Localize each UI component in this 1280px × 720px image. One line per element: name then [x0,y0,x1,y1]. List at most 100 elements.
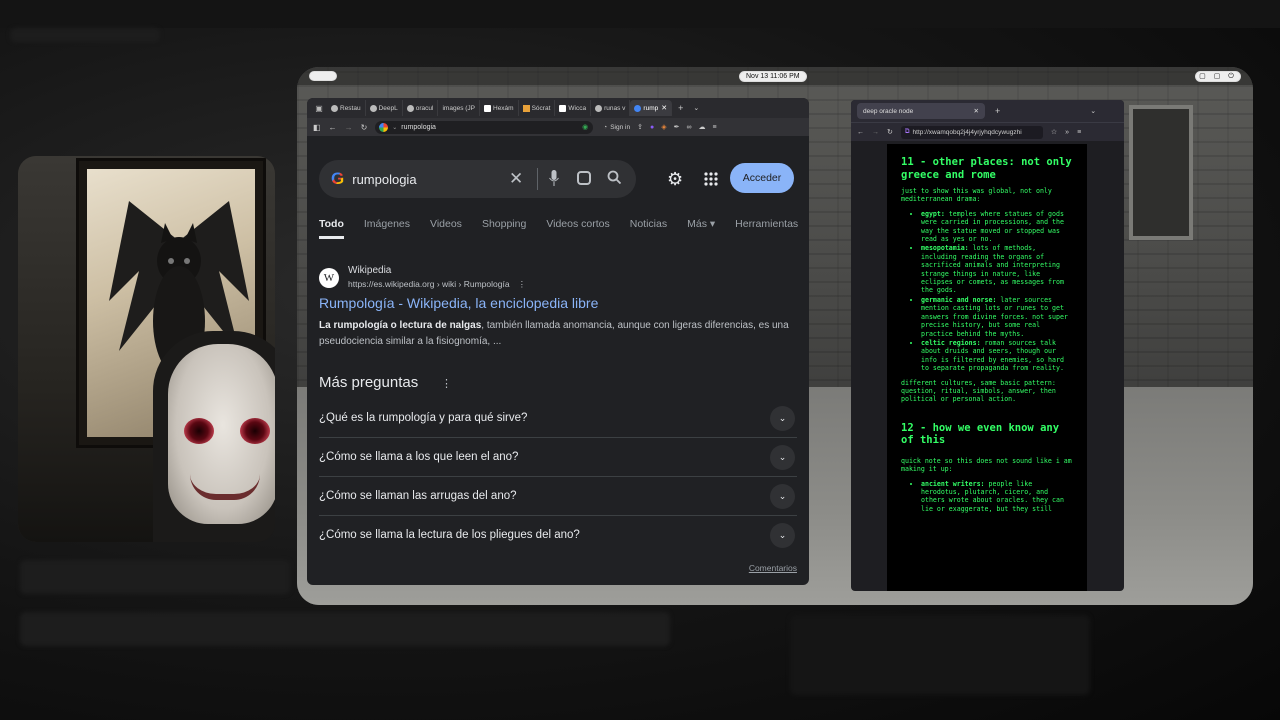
extension-shield-icon[interactable]: ◉ [582,123,588,131]
address-bar[interactable]: ⌄ rumpologia ◉ [375,120,594,134]
settings-gear-icon[interactable]: ⚙ [667,169,683,190]
sign-in-button[interactable]: ◔ Sign in [603,124,630,131]
new-tab-plus-icon[interactable]: + [678,103,683,113]
microphone-icon[interactable] [549,170,559,187]
account-icon: ◔ [603,123,608,131]
tab-bar: deep oracle node ✕ + ⌄ [851,100,1124,122]
tab-herramientas[interactable]: Herramientas [735,218,798,239]
tab[interactable]: Sócrat [519,100,556,116]
menu-icon[interactable]: ≡ [1077,129,1081,136]
tab-list-chevron-icon[interactable]: ⌄ [693,104,699,112]
pen-icon[interactable]: ✒ [674,123,680,131]
close-tab-icon[interactable]: ✕ [661,104,667,112]
tab-favicon-icon [406,104,414,112]
tab-videos-cortos[interactable]: Videos cortos [546,218,609,239]
chevron-down-icon[interactable]: ⌄ [392,124,397,131]
list-item: egypt: temples where statues of gods wer… [921,210,1075,244]
search-divider [537,168,538,190]
result-url[interactable]: https://es.wikipedia.org › wiki › Rumpol… [348,279,526,290]
share-icon[interactable]: ⇪ [637,123,643,131]
tab[interactable]: images (JP [438,100,480,116]
reload-icon[interactable]: ↻ [887,128,893,136]
close-tab-icon[interactable]: ✕ [974,107,979,115]
firefox-browser-window: deep oracle node ✕ + ⌄ ← → ↻ ⧉ http://xwa… [851,100,1124,591]
tab[interactable]: Restau [327,100,366,116]
tab-mas[interactable]: Más ▾ [687,218,715,239]
desktop-top-bar: Nov 13 11:06 PM ▢ ▢ ⏻ [297,67,1253,85]
back-arrow-icon[interactable]: ← [329,123,337,132]
tab-shopping[interactable]: Shopping [482,218,526,239]
clock[interactable]: Nov 13 11:06 PM [739,71,807,82]
reload-icon[interactable]: ↻ [361,123,368,132]
forward-arrow-icon[interactable]: → [345,123,353,132]
forward-arrow-icon[interactable]: → [872,129,879,136]
system-tray[interactable]: ▢ ▢ ⏻ [1195,71,1241,82]
wikipedia-favicon-icon [484,104,491,112]
sign-in-acceder-button[interactable]: Acceder [730,163,794,193]
question-item[interactable]: ¿Qué es la rumpología y para qué sirve? ⌄ [319,399,797,438]
toolbar-actions: ◔ Sign in ⇪ ● ◈ ✒ ∞ ☁ ≡ [603,123,716,132]
address-bar[interactable]: ⧉ http://xwamqobq2j4j4yrjyhqdcywugzhi [900,125,1043,139]
question-item[interactable]: ¿Cómo se llama a los que leen el ano? ⌄ [319,438,797,477]
wallpaper-window [1129,105,1193,240]
chevron-down-icon[interactable]: ⌄ [770,484,795,509]
more-options-icon[interactable]: ⋮ [441,377,452,390]
cloud-icon[interactable]: ☁ [698,123,705,131]
wikipedia-favicon-icon [559,104,567,112]
tab-todo[interactable]: Todo [319,218,344,239]
result-site-name[interactable]: Wikipedia [348,265,391,276]
tab-noticias[interactable]: Noticias [630,218,667,239]
tab-active[interactable]: rump ✕ [630,100,673,116]
tab[interactable]: Hexám [480,100,519,116]
search-icon[interactable] [607,170,621,184]
paragraph: different cultures, same basic pattern: … [901,378,1056,404]
google-lens-icon[interactable] [577,171,591,185]
clear-search-icon[interactable]: ✕ [509,169,523,189]
activities-button[interactable] [309,71,337,81]
tab-imagenes[interactable]: Imágenes [364,218,410,239]
sidebar-toggle-icon[interactable]: ◧ [313,123,321,132]
background-blur-shape [20,560,290,594]
more-options-icon[interactable]: ⋮ [518,279,527,289]
question-item[interactable]: ¿Cómo se llama la lectura de los pliegue… [319,516,797,555]
navigation-bar: ◧ ← → ↻ ⌄ rumpologia ◉ ◔ Sign in ⇪ ● ◈ ✒ … [307,118,809,136]
tab[interactable]: Wicca [555,100,592,116]
tab[interactable]: runas v [591,100,631,116]
menu-icon[interactable]: ≡ [712,124,716,131]
tab[interactable]: DeepL [366,100,403,116]
tab-favicon-icon [595,104,603,112]
back-arrow-icon[interactable]: ← [857,129,864,136]
background-top-bar [0,0,1280,28]
paragraph: quick note so this does not sound like i… [901,456,1072,474]
search-box[interactable]: G rumpologia ✕ [319,160,636,198]
tab-favicon-icon [369,104,377,112]
tab[interactable]: oracul [403,100,439,116]
tab-favicon-icon [331,104,338,112]
result-title-link[interactable]: Rumpología - Wikipedia, la enciclopedia … [319,295,598,311]
apps-grid-icon[interactable] [703,171,719,187]
tab-bar: ▣ Restau DeepL oracul images (JP Hexám S… [307,98,809,118]
oracle-page-content: 11 - other places: not only greece and r… [887,144,1087,591]
tab-list-chevron-icon[interactable]: ⌄ [1090,107,1096,115]
background-blur-shape [790,615,1090,695]
link-icon[interactable]: ∞ [686,124,691,131]
bookmark-star-icon[interactable]: ☆ [1051,128,1057,136]
background-blur-shape [20,612,670,646]
comentarios-link[interactable]: Comentarios [749,563,797,573]
tab-videos[interactable]: Videos [430,218,462,239]
paragraph: just to show this was global, not only m… [901,187,1052,204]
new-tab-plus-icon[interactable]: + [995,106,1000,116]
extension-icon[interactable]: ◈ [661,123,666,131]
mas-preguntas-heading: Más preguntas [319,374,419,391]
overflow-chevrons-icon[interactable]: » [1065,129,1069,136]
chevron-down-icon[interactable]: ⌄ [770,445,795,470]
chevron-down-icon[interactable]: ⌄ [770,523,795,548]
tab-search-icon[interactable]: ▣ [311,104,327,113]
chevron-down-icon[interactable]: ⌄ [770,406,795,431]
tab-favicon-icon [522,104,530,112]
webcam-overlay [18,156,275,542]
section-heading: 12 - how we even know any of this [901,421,1060,447]
tab-active[interactable]: deep oracle node ✕ [857,103,985,119]
question-item[interactable]: ¿Cómo se llaman las arrugas del ano? ⌄ [319,477,797,516]
extension-icon[interactable]: ● [650,124,654,131]
